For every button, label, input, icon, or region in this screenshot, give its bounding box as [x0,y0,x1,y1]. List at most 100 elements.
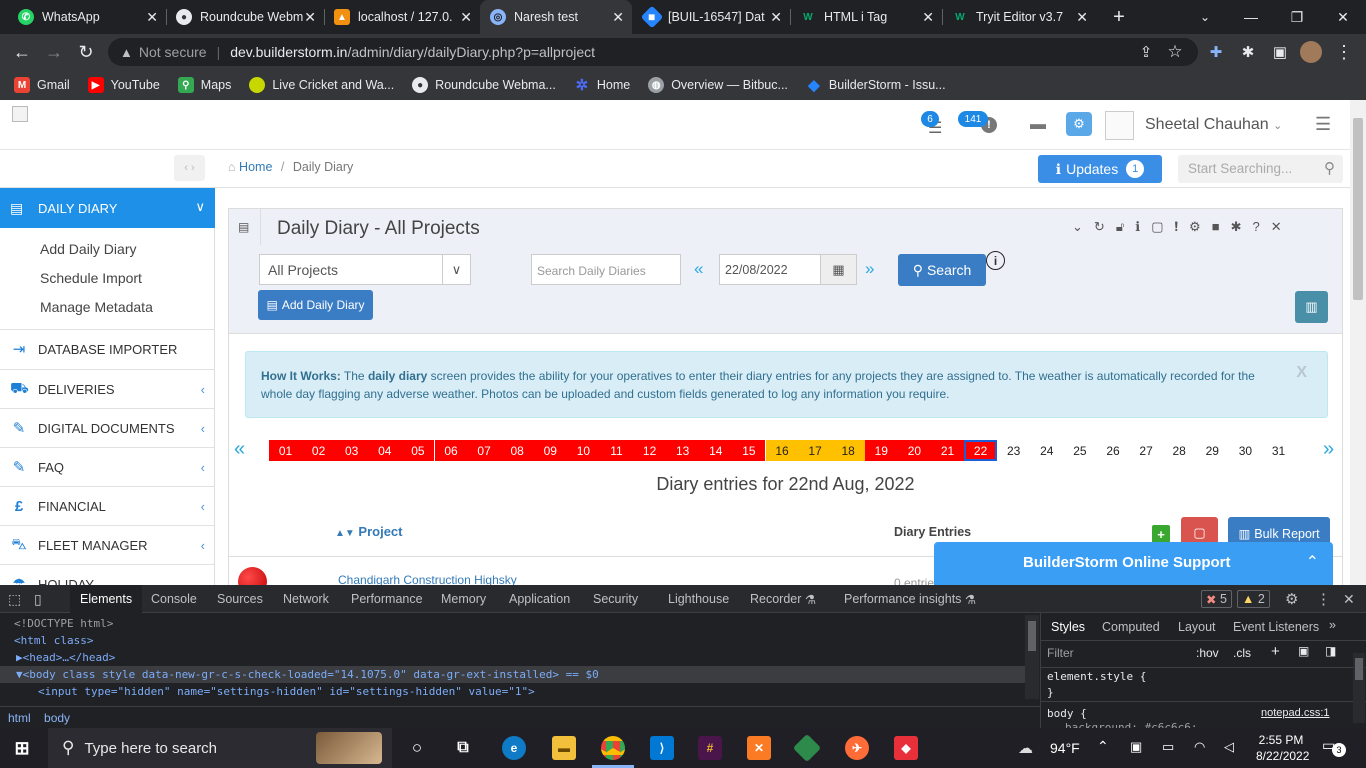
sidebar-sub-manage-metadata[interactable]: Manage Metadata [40,299,153,315]
more-tabs-icon[interactable]: » [1329,618,1336,632]
extensions-puzzle-icon[interactable]: ✱ [1236,40,1260,64]
styles-filter-input[interactable]: Filter [1047,646,1187,664]
calendar-day[interactable]: 16 [765,440,799,461]
clock[interactable]: 2:55 PM 8/22/2022 [1256,732,1309,764]
calendar-day[interactable]: 14 [699,440,733,461]
extension-icon[interactable]: ✚ [1204,40,1228,64]
window-close-icon[interactable]: ✕ [1320,0,1366,34]
wifi-icon[interactable]: ◠ [1194,739,1205,755]
diary-search-input[interactable]: Search Daily Diaries [531,254,681,285]
calendar-day[interactable]: 31 [1262,440,1295,461]
restore-icon[interactable]: ❐ [1274,0,1320,34]
tab-memory[interactable]: Memory [441,585,486,613]
more-options-icon[interactable]: ⋮ [1316,585,1331,613]
calendar-day[interactable]: 21 [931,440,964,461]
bookmark-star-icon[interactable]: ☆ [1163,40,1187,64]
calendar-day[interactable]: 09 [533,440,567,461]
file-explorer-icon[interactable]: ▬ [552,736,576,760]
project-column-header[interactable]: ▲▼ Project [335,524,403,539]
weather-cloud-icon[interactable]: ☁ [1018,739,1033,757]
minimize-icon[interactable]: — [1228,0,1274,34]
calendar-day[interactable]: 05 [401,440,435,461]
sidebar-toggle-icon[interactable]: ◨ [1325,644,1336,658]
collapse-chevron-icon[interactable]: ⌄ [1072,219,1083,235]
meet-now-icon[interactable]: ▣ [1130,739,1142,755]
bug-icon[interactable]: ✱ [1231,219,1242,235]
tray-chevron-up-icon[interactable]: ⌃ [1097,738,1109,755]
settings-icon[interactable]: ⚙ [1189,219,1201,235]
dom-scrollbar[interactable] [1025,615,1039,699]
next-date-icon[interactable]: » [865,259,874,279]
refresh-icon[interactable]: ↻ [1094,219,1105,235]
prev-month-icon[interactable]: « [234,438,245,461]
warnings-badge[interactable]: ▲ 2 [1237,590,1270,608]
bookmark-roundcube[interactable]: ● Roundcube Webma... [412,77,556,93]
chart-button[interactable]: ▥ [1295,291,1328,323]
calendar-day[interactable]: 22 [964,440,998,461]
styles-scrollbar[interactable] [1353,653,1365,723]
slack-icon[interactable]: # [698,736,722,760]
postman-icon[interactable]: ✈ [845,736,869,760]
task-view-icon[interactable]: ⧉ [451,736,475,760]
dom-line-doctype[interactable]: <!DOCTYPE html> [14,615,113,632]
chrome-icon[interactable] [601,736,625,760]
info-icon[interactable]: ℹ [1135,219,1140,235]
calendar-day[interactable]: 08 [500,440,534,461]
online-support-widget[interactable]: BuilderStorm Online Support ⌃ [934,542,1333,585]
css-source-link[interactable]: notepad.css:1 [1261,707,1330,719]
back-icon[interactable]: ← [10,40,34,64]
alert-icon[interactable]: ❗︎ [1175,219,1179,235]
user-switch-icon[interactable]: ⚙ [1066,112,1092,136]
calendar-day[interactable]: 28 [1163,440,1196,461]
breadcrumb-home-link[interactable]: Home [239,160,272,174]
dom-line-input[interactable]: <input type="hidden" name="settings-hidd… [38,683,535,700]
volume-icon[interactable]: ◁ [1224,739,1234,755]
close-tab-icon[interactable]: ✕ [770,9,782,26]
add-entry-icon[interactable]: + [1152,525,1170,543]
lock-icon[interactable]: 🔓︎ [1116,219,1124,235]
dismiss-info-button[interactable]: X [1296,364,1307,382]
calendar-day[interactable]: 01 [269,440,302,461]
tab-styles[interactable]: Styles [1051,620,1085,634]
close-tab-icon[interactable]: ✕ [146,9,158,26]
forward-icon[interactable]: → [42,40,66,64]
dom-line-html[interactable]: <html class> [14,632,93,649]
calendar-day[interactable]: 13 [666,440,700,461]
tab-performance-insights[interactable]: Performance insights ⚗ [844,585,976,613]
chat-icon[interactable]: ▬ [1030,116,1046,134]
battery-icon[interactable]: ▭ [1162,739,1174,755]
calendar-day[interactable]: 29 [1196,440,1229,461]
vscode-icon[interactable]: ⟩ [650,736,674,760]
close-devtools-icon[interactable]: ✕ [1343,585,1355,613]
tab-computed[interactable]: Computed [1102,620,1160,634]
sidebar-item-financial[interactable]: £ FINANCIAL ‹ [0,486,215,525]
tab-elements[interactable]: Elements [70,585,143,613]
anydesk-icon[interactable]: ◆ [894,736,918,760]
video-icon[interactable]: ■ [1212,219,1220,235]
calendar-day[interactable]: 11 [600,440,633,461]
sidebar-item-database-importer[interactable]: ⇥ DATABASE IMPORTER [0,329,215,368]
browser-tab-roundcube[interactable]: ● Roundcube Webm ✕ [166,0,324,34]
browser-tab-tryit[interactable]: W Tryit Editor v3.7 ✕ [942,0,1096,34]
project-select[interactable]: All Projects ∨ [259,254,471,285]
info-circle-icon[interactable]: i [986,251,1005,270]
calendar-day[interactable]: 04 [368,440,402,461]
dom-line-body[interactable]: ▼<body class style data-new-gr-c-s-check… [0,666,1025,683]
notifications-icon[interactable]: ▭ 3 [1322,737,1346,757]
tab-layout[interactable]: Layout [1178,620,1216,634]
calendar-day[interactable]: 17 [798,440,832,461]
new-tab-icon[interactable]: + [1096,0,1142,34]
user-menu[interactable]: Sheetal Chauhan ⌄ [1145,116,1282,134]
hov-toggle[interactable]: :hov [1196,646,1219,660]
side-panel-icon[interactable]: ▣ [1268,40,1292,64]
tab-recorder[interactable]: Recorder ⚗ [750,585,816,613]
calendar-day[interactable]: 30 [1229,440,1262,461]
bookmark-maps[interactable]: ⚲ Maps [177,77,231,93]
bookmark-home[interactable]: ✲ Home [574,77,631,94]
inspect-icon[interactable]: ⬚ [8,585,21,613]
element-style-rule[interactable]: element.style { [1047,670,1146,683]
browser-tab-localhost[interactable]: ▲ localhost / 127.0. ✕ [324,0,480,34]
calendar-day[interactable]: 12 [633,440,667,461]
sidebar-item-daily-diary[interactable]: ▤ DAILY DIARY ∨ [0,188,215,228]
prev-date-icon[interactable]: « [694,259,703,279]
